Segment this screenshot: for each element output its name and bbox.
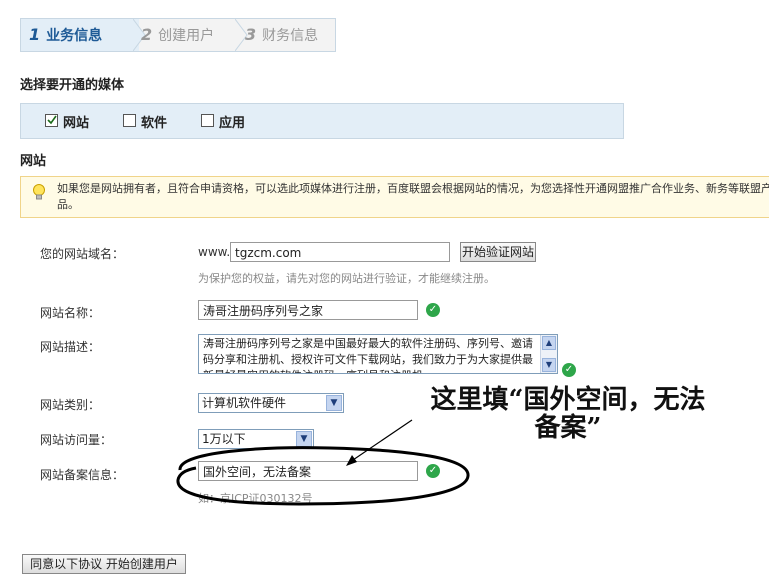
agree-create-user-button[interactable]: 同意以下协议 开始创建用户 (22, 554, 186, 574)
annotation-text-line2: 备案” (534, 413, 602, 443)
annotation-overlay (176, 419, 470, 506)
